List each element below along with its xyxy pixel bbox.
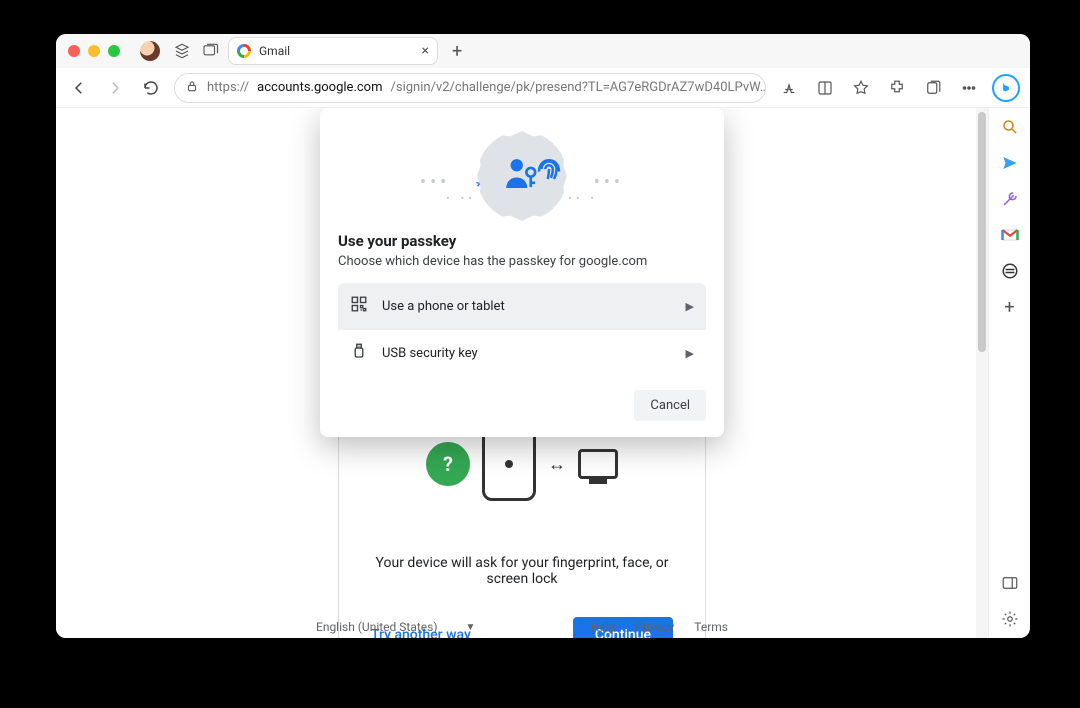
phone-icon [482,427,536,501]
url-prefix: https:// [207,80,249,95]
extensions-icon[interactable] [884,75,910,101]
fingerprint-icon [534,154,564,188]
reader-mode-icon[interactable] [812,75,838,101]
maximize-window-button[interactable] [108,45,120,57]
passkey-options: Use a phone or tablet ▶ USB security key… [338,283,706,376]
window-controls [68,45,120,57]
footer-privacy-link[interactable]: Privacy [636,620,675,634]
address-bar[interactable]: https:// accounts.google.com /signin/v2/… [174,73,766,103]
usb-key-icon [350,342,368,364]
sidebar-toggle-icon[interactable] [999,572,1021,594]
qr-code-icon [350,295,368,317]
url-domain: accounts.google.com [257,80,382,95]
chevron-right-icon: ▶ [686,347,694,360]
send-icon[interactable] [999,152,1021,174]
tab-title: Gmail [259,44,290,58]
collections-icon[interactable] [920,75,946,101]
chevron-right-icon: ▶ [686,300,694,313]
desktop-icon [578,449,618,479]
read-aloud-icon[interactable] [776,75,802,101]
passkey-modal: ••• • •• *** ••• •• • Use your passkey C… [320,108,724,437]
forward-button[interactable] [102,75,128,101]
signin-card: ? ↔ Your device will ask for your finger… [338,408,706,638]
checkmark-badge-icon: ? [426,442,470,486]
tab-close-button[interactable]: × [422,44,429,58]
add-sidebar-button[interactable]: + [999,296,1021,318]
page-viewport: ? ↔ Your device will ask for your finger… [56,108,988,638]
titlebar: Gmail × + [56,34,1030,68]
google-favicon-icon [237,44,251,58]
footer-terms-link[interactable]: Terms [694,620,728,634]
refresh-button[interactable] [138,75,164,101]
tab-gmail[interactable]: Gmail × [228,37,438,65]
passkey-illustration: ••• • •• *** ••• •• • [338,126,706,226]
option-label: Use a phone or tablet [382,299,505,314]
settings-gear-icon[interactable] [999,608,1021,630]
modal-subtitle: Choose which device has the passkey for … [338,254,706,269]
option-phone-or-tablet[interactable]: Use a phone or tablet ▶ [338,283,706,329]
scrollbar-thumb[interactable] [978,112,986,352]
option-usb-security-key[interactable]: USB security key ▶ [338,329,706,376]
tab-overview-icon[interactable] [200,41,220,61]
signin-message: Your device will ask for your fingerprin… [371,555,673,587]
search-icon[interactable] [999,116,1021,138]
bing-chat-button[interactable] [992,74,1020,102]
arrow-icon: ↔ [548,454,566,475]
caret-down-icon: ▼ [466,622,476,633]
signin-illustration: ? ↔ [426,427,618,501]
lock-icon [185,79,199,97]
url-path: /signin/v2/challenge/pk/presend?TL=AG7eR… [391,80,766,95]
close-window-button[interactable] [68,45,80,57]
minimize-window-button[interactable] [88,45,100,57]
toolbar: https:// accounts.google.com /signin/v2/… [56,68,1030,108]
option-label: USB security key [382,346,478,361]
content-area: ? ↔ Your device will ask for your finger… [56,108,1030,638]
page-footer: English (United States) ▼ Help Privacy T… [312,614,732,638]
pickaxe-icon[interactable] [999,188,1021,210]
more-menu-button[interactable] [956,75,982,101]
language-label: English (United States) [316,620,438,634]
burger-icon[interactable] [999,260,1021,282]
cancel-button[interactable]: Cancel [634,390,706,421]
new-tab-button[interactable]: + [446,41,468,62]
modal-title: Use your passkey [338,232,706,250]
favorite-icon[interactable] [848,75,874,101]
decoration-dots-icon: •• • [568,192,598,205]
footer-help-link[interactable]: Help [591,620,616,634]
workspaces-icon[interactable] [172,41,192,61]
vertical-scrollbar[interactable] [976,108,988,638]
profile-avatar[interactable] [140,41,160,61]
language-selector[interactable]: English (United States) ▼ [316,620,475,634]
browser-window: Gmail × + https:// accounts.google.com /… [56,34,1030,638]
decoration-dots-icon: ••• [594,172,624,193]
browser-sidebar: + [988,108,1030,638]
decoration-dots-icon: • •• [446,192,476,205]
gmail-icon[interactable] [999,224,1021,246]
decoration-dots-icon: ••• [420,172,450,193]
back-button[interactable] [66,75,92,101]
